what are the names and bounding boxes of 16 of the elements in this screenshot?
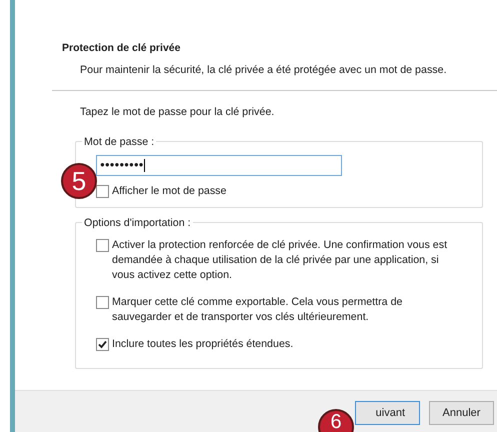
- section-description: Pour maintenir la sécurité, la clé privée a été protégée avec un mot de passe.: [79, 62, 448, 78]
- cancel-button[interactable]: Annuler: [429, 401, 494, 425]
- checkbox-label: Activer la protection renforcée de clé privée. Une confirmation vous est demandée à chaque utilisation de la clé privée par une application, si vous activez cette option.: [112, 238, 448, 283]
- instruction-text: Tapez le mot de passe pour la clé privée.: [79, 104, 276, 120]
- checkbox[interactable]: [96, 184, 109, 198]
- checkbox-label: Inclure toutes les propriétés étendues.: [112, 336, 294, 352]
- checkbox-label: Marquer cette clé comme exportable. Cela vous permettra de sauvegarder et de transporter vos clés ultérieurement.: [112, 294, 404, 325]
- checkmark-icon: [98, 340, 107, 349]
- step-badge: 5: [61, 163, 97, 199]
- next-button[interactable]: uivant: [355, 401, 420, 425]
- checkbox[interactable]: [96, 238, 109, 252]
- checkbox[interactable]: [96, 296, 109, 309]
- checkbox-label: Afficher le mot de passe: [112, 184, 226, 199]
- password-field[interactable]: ●●●●●●●●●: [96, 154, 342, 176]
- checkbox[interactable]: [96, 338, 109, 351]
- section-title: Protection de clé privée: [62, 41, 182, 56]
